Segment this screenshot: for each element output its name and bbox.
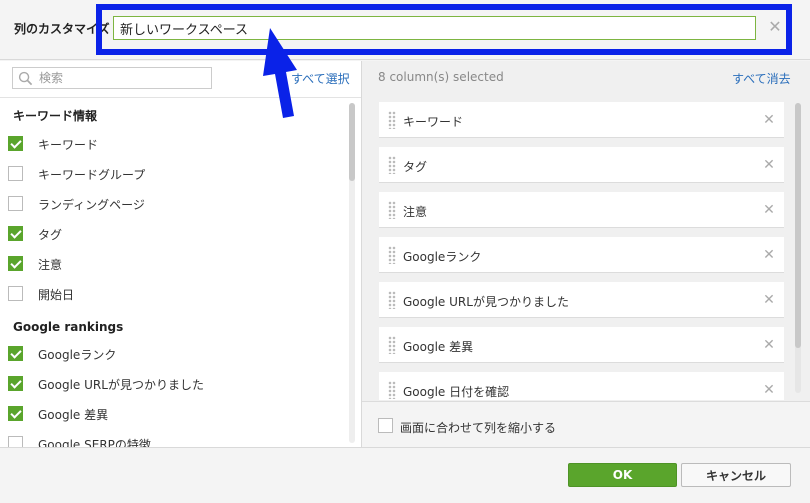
item-label: タグ (38, 228, 63, 242)
group-title-keyword-info: キーワード情報 (13, 109, 98, 123)
item-label: Google 差異 (38, 408, 109, 422)
selected-item-label: Googleランク (403, 250, 482, 264)
selected-item-label: Google URLが見つかりました (403, 295, 569, 309)
selected-count: 8 column(s) selected (378, 70, 504, 84)
dialog-footer: OK キャンセル (0, 447, 810, 503)
drag-handle-icon[interactable] (388, 246, 396, 264)
remove-icon[interactable]: ✕ (761, 201, 777, 219)
list-item[interactable]: Google 差異 (8, 403, 338, 423)
search-icon (18, 71, 33, 86)
list-item[interactable]: タグ (8, 223, 338, 243)
item-label: 開始日 (38, 288, 75, 302)
list-item[interactable]: Google SERPの特徴 (8, 433, 338, 447)
item-label: Googleランク (38, 348, 117, 362)
checkbox[interactable] (8, 286, 23, 301)
list-item[interactable]: Googleランク (8, 343, 338, 363)
remove-icon[interactable]: ✕ (761, 336, 777, 354)
selected-item-label: 注意 (403, 205, 428, 219)
drag-handle-icon[interactable] (388, 156, 396, 174)
list-item[interactable]: 注意 (8, 253, 338, 273)
right-scrollbar-thumb[interactable] (795, 103, 801, 348)
item-label: ランディングページ (38, 198, 145, 212)
clear-all-link[interactable]: すべて消去 (732, 70, 791, 87)
drag-handle-icon[interactable] (388, 336, 396, 354)
shrink-option-bar: 画面に合わせて列を縮小する (362, 401, 810, 447)
checkbox[interactable] (8, 136, 23, 151)
checkbox[interactable] (8, 196, 23, 211)
list-item[interactable]: 開始日 (8, 283, 338, 303)
selected-item[interactable]: Google 差異 ✕ (379, 327, 784, 363)
ok-button[interactable]: OK (568, 463, 677, 487)
selected-item[interactable]: タグ ✕ (379, 147, 784, 183)
selected-item[interactable]: 注意 ✕ (379, 192, 784, 228)
checkbox[interactable] (8, 376, 23, 391)
right-scrollbar[interactable] (795, 103, 801, 393)
selected-item[interactable]: Google 日付を確認 ✕ (379, 372, 784, 400)
item-label: キーワード (38, 138, 99, 152)
item-label: Google SERPの特徴 (38, 438, 151, 447)
search-box[interactable] (12, 67, 212, 89)
drag-handle-icon[interactable] (388, 111, 396, 129)
list-item[interactable]: キーワード (8, 133, 338, 153)
item-label: キーワードグループ (38, 168, 146, 182)
remove-icon[interactable]: ✕ (761, 111, 777, 129)
checkbox[interactable] (8, 166, 23, 181)
list-item[interactable]: Google URLが見つかりました (8, 373, 338, 393)
remove-icon[interactable]: ✕ (761, 246, 777, 264)
checkbox[interactable] (8, 436, 23, 447)
selected-item-label: Google 日付を確認 (403, 385, 510, 399)
checkbox[interactable] (8, 226, 23, 241)
drag-handle-icon[interactable] (388, 291, 396, 309)
drag-handle-icon[interactable] (388, 201, 396, 219)
checkbox[interactable] (8, 256, 23, 271)
item-label: 注意 (38, 258, 63, 272)
search-input[interactable] (39, 69, 209, 87)
left-scrollbar[interactable] (349, 103, 355, 443)
arrow-annotation-icon (263, 28, 297, 118)
checkbox[interactable] (8, 346, 23, 361)
selected-item-label: Google 差異 (403, 340, 474, 354)
drag-handle-icon[interactable] (388, 381, 396, 399)
group-title-google-rankings: Google rankings (13, 320, 124, 334)
left-scrollbar-thumb[interactable] (349, 103, 355, 181)
shrink-checkbox[interactable] (378, 418, 393, 433)
shrink-label: 画面に合わせて列を縮小する (400, 421, 557, 435)
cancel-button[interactable]: キャンセル (681, 463, 791, 487)
item-label: Google URLが見つかりました (38, 378, 204, 392)
remove-icon[interactable]: ✕ (761, 156, 777, 174)
dialog-header: 列のカスタマイズ ✕ (0, 0, 810, 60)
selected-columns-list: キーワード ✕ タグ ✕ 注意 ✕ Googleランク ✕ Google URL… (362, 97, 792, 400)
selected-item-label: キーワード (403, 115, 464, 129)
list-item[interactable]: キーワードグループ (8, 163, 338, 183)
selected-item[interactable]: Googleランク ✕ (379, 237, 784, 273)
highlight-annotation (96, 4, 792, 55)
checkbox[interactable] (8, 406, 23, 421)
remove-icon[interactable]: ✕ (761, 291, 777, 309)
list-item[interactable]: ランディングページ (8, 193, 338, 213)
selected-item[interactable]: キーワード ✕ (379, 102, 784, 138)
remove-icon[interactable]: ✕ (761, 381, 777, 399)
selected-columns-panel: 8 column(s) selected すべて消去 キーワード ✕ タグ ✕ … (362, 61, 810, 447)
selected-item-label: タグ (403, 160, 428, 174)
available-columns-list: キーワード情報 キーワード キーワードグループ ランディングページ タグ 注意 … (0, 98, 350, 447)
selected-item[interactable]: Google URLが見つかりました ✕ (379, 282, 784, 318)
